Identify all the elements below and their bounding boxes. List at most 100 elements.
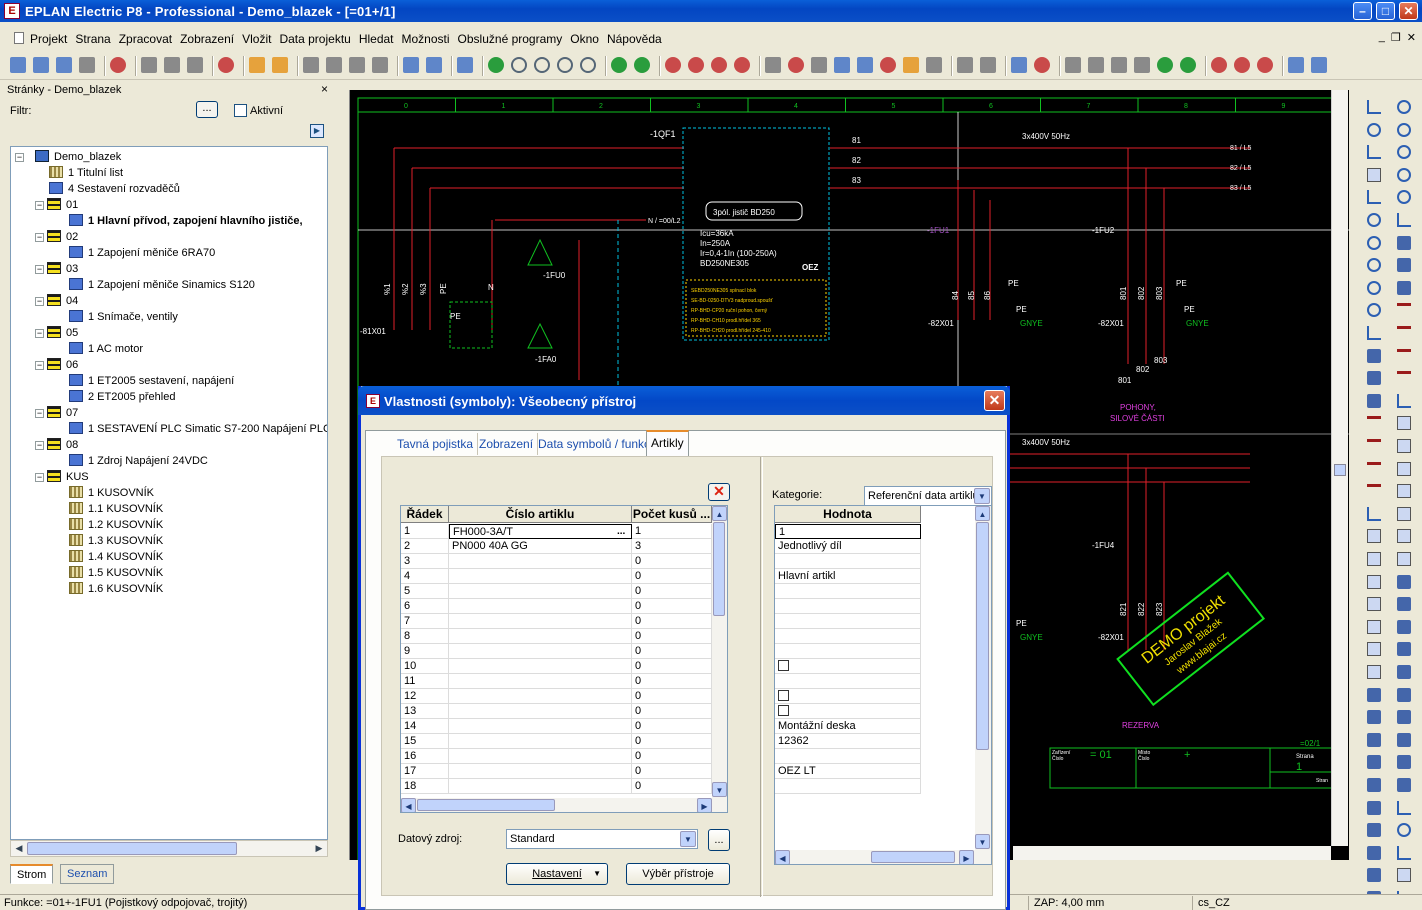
- tree-item-16[interactable]: 1 SESTAVENÍ PLC Simatic S7-200 Napájení …: [69, 421, 327, 437]
- scroll-down-icon[interactable]: ▼: [712, 782, 727, 797]
- insert-tool-20-b[interactable]: [1397, 552, 1411, 566]
- insert-tool-24-b[interactable]: [1397, 642, 1411, 657]
- scroll-left-icon[interactable]: ◀: [401, 798, 416, 812]
- toolbar-button-55[interactable]: [1065, 57, 1081, 73]
- value-cell[interactable]: [775, 554, 921, 569]
- toolbar-button-36[interactable]: [688, 57, 704, 73]
- tree-item-12[interactable]: 06: [47, 357, 78, 373]
- count-cell[interactable]: 0: [632, 644, 712, 659]
- tree-item-18[interactable]: 1 Zdroj Napájení 24VDC: [69, 453, 208, 469]
- article-number-cell[interactable]: [449, 749, 632, 764]
- count-cell[interactable]: 0: [632, 734, 712, 749]
- toolbar-button-67[interactable]: [1311, 57, 1327, 73]
- menu-item-10[interactable]: Nápověda: [607, 32, 662, 46]
- scroll-right-icon[interactable]: ▶: [697, 798, 712, 812]
- collapse-icon[interactable]: −: [35, 329, 44, 338]
- toolbar-button-13[interactable]: [249, 57, 265, 73]
- insert-tool-3-a[interactable]: [1367, 167, 1381, 182]
- toolbar-button-2[interactable]: [56, 57, 72, 73]
- menu-item-8[interactable]: Obslužné programy: [458, 32, 563, 46]
- count-cell[interactable]: 0: [632, 554, 712, 569]
- insert-tool-34-a[interactable]: [1367, 868, 1381, 883]
- toolbar-button-44[interactable]: [857, 57, 873, 73]
- value-cell[interactable]: [775, 614, 921, 629]
- minimize-button[interactable]: –: [1353, 2, 1372, 20]
- value-cell[interactable]: [775, 674, 921, 689]
- value-checkbox[interactable]: [778, 690, 789, 701]
- article-number-cell[interactable]: [449, 689, 632, 704]
- value-cell[interactable]: Hlavní artikl: [775, 569, 921, 584]
- tree-item-2[interactable]: 01: [47, 197, 78, 213]
- toolbar-button-46[interactable]: [903, 57, 919, 73]
- tree-item-8[interactable]: 04: [47, 293, 78, 309]
- chevron-down-icon[interactable]: ▼: [974, 488, 990, 504]
- article-number-cell[interactable]: [449, 734, 632, 749]
- toolbar-button-11[interactable]: [218, 57, 234, 73]
- toolbar-button-62[interactable]: [1211, 57, 1227, 73]
- count-cell[interactable]: 0: [632, 629, 712, 644]
- count-cell[interactable]: 0: [632, 659, 712, 674]
- collapse-icon[interactable]: −: [35, 409, 44, 418]
- article-number-cell[interactable]: [449, 554, 632, 569]
- count-cell[interactable]: 3: [632, 539, 712, 554]
- insert-tool-32-a[interactable]: [1367, 823, 1381, 838]
- articles-vscroll-thumb[interactable]: [713, 522, 725, 616]
- menu-item-5[interactable]: Data projektu: [279, 32, 350, 46]
- insert-tool-13-a[interactable]: [1367, 393, 1381, 408]
- collapse-icon[interactable]: −: [35, 265, 44, 274]
- insert-tool-10-a[interactable]: [1367, 326, 1381, 340]
- tab-zobrazeni[interactable]: Zobrazení: [475, 433, 539, 455]
- collapse-icon[interactable]: −: [35, 233, 44, 242]
- article-number-cell[interactable]: [449, 614, 632, 629]
- insert-tool-23-b[interactable]: [1397, 619, 1411, 634]
- toolbar-button-49[interactable]: [957, 57, 973, 73]
- toolbar-button-9[interactable]: [187, 57, 203, 73]
- tab-data-symbolu[interactable]: Data symbolů / funkcí: [534, 433, 659, 455]
- insert-tool-2-b[interactable]: [1397, 145, 1411, 160]
- value-cell[interactable]: Jednotlivý díl: [775, 539, 921, 554]
- toolbar-button-45[interactable]: [880, 57, 896, 73]
- insert-tool-16-b[interactable]: [1397, 461, 1411, 476]
- apply-filter-icon[interactable]: ▶: [310, 124, 324, 138]
- collapse-icon[interactable]: −: [35, 361, 44, 370]
- insert-tool-15-a[interactable]: [1367, 439, 1381, 442]
- count-cell[interactable]: 0: [632, 674, 712, 689]
- toolbar-button-8[interactable]: [164, 57, 180, 73]
- toolbar-button-52[interactable]: [1011, 57, 1027, 73]
- mdi-minimize-icon[interactable]: _: [1379, 31, 1385, 44]
- value-cell[interactable]: [775, 689, 921, 704]
- toolbar-button-30[interactable]: [580, 57, 596, 73]
- toolbar-button-37[interactable]: [711, 57, 727, 73]
- insert-tool-14-a[interactable]: [1367, 416, 1381, 420]
- insert-tool-24-a[interactable]: [1367, 642, 1381, 657]
- value-cell[interactable]: [775, 749, 921, 764]
- insert-tool-28-a[interactable]: [1367, 732, 1381, 747]
- toolbar-button-5[interactable]: [110, 57, 126, 73]
- settings-button[interactable]: Nastavení ▼: [506, 863, 608, 885]
- collapse-icon[interactable]: −: [35, 297, 44, 306]
- article-number-cell[interactable]: [449, 779, 632, 794]
- insert-tool-27-b[interactable]: [1397, 710, 1411, 725]
- tree-item-19[interactable]: KUS: [47, 469, 89, 485]
- value-cell[interactable]: 12362: [775, 734, 921, 749]
- insert-tool-30-a[interactable]: [1367, 778, 1381, 792]
- cell-browse-icon[interactable]: ...: [617, 526, 625, 537]
- article-number-cell[interactable]: PN000 40A GG: [449, 539, 632, 554]
- toolbar-button-28[interactable]: [534, 57, 550, 73]
- tree-item-6[interactable]: 03: [47, 261, 78, 277]
- article-number-cell[interactable]: [449, 644, 632, 659]
- toolbar-button-18[interactable]: [349, 57, 365, 73]
- tree-item-1[interactable]: 4 Sestavení rozvaděčů: [49, 181, 180, 197]
- insert-tool-20-a[interactable]: [1367, 552, 1381, 566]
- menu-item-3[interactable]: Zobrazení: [180, 32, 234, 46]
- insert-tool-7-a[interactable]: [1367, 258, 1381, 273]
- value-cell[interactable]: Montážní deska: [775, 719, 921, 734]
- insert-tool-1-a[interactable]: [1367, 122, 1381, 137]
- toolbar-button-16[interactable]: [303, 57, 319, 73]
- insert-tool-26-b[interactable]: [1397, 687, 1411, 702]
- delete-row-button[interactable]: ✕: [708, 483, 730, 501]
- menu-item-7[interactable]: Možnosti: [402, 32, 450, 46]
- insert-tool-12-a[interactable]: [1367, 371, 1381, 386]
- toolbar-button-63[interactable]: [1234, 57, 1250, 73]
- value-cell[interactable]: [775, 629, 921, 644]
